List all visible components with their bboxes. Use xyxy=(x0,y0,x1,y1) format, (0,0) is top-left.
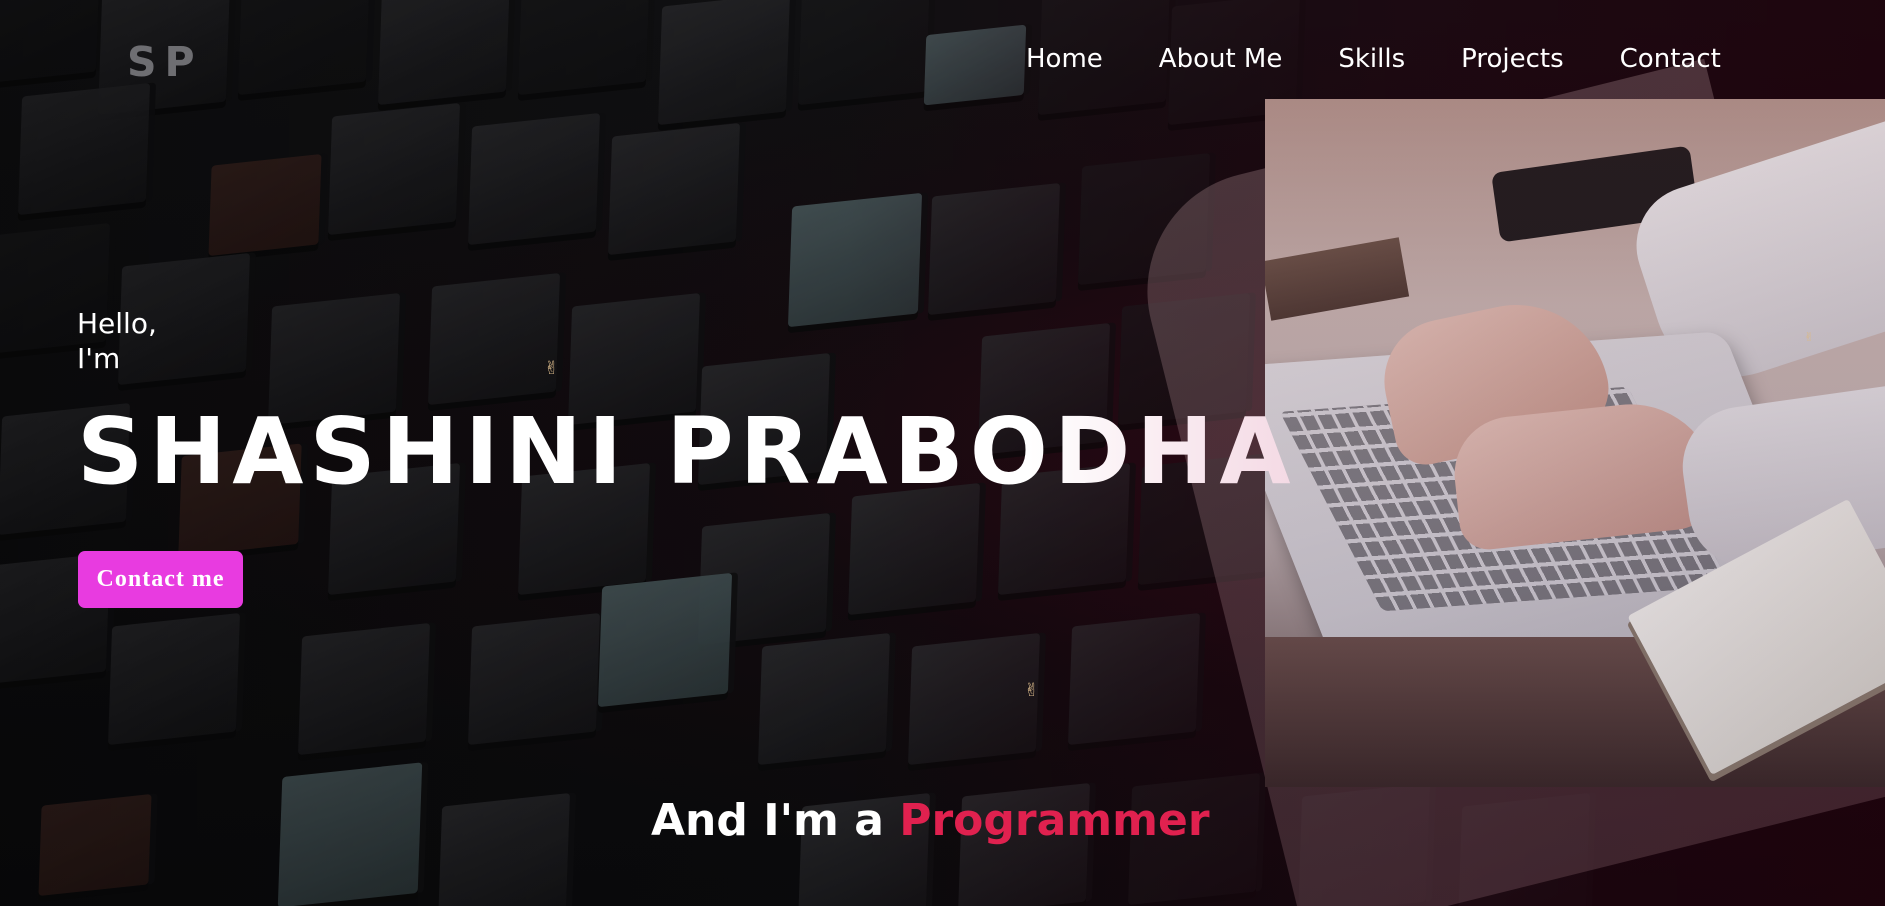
site-logo[interactable]: SP xyxy=(127,38,203,86)
nav-contact[interactable]: Contact xyxy=(1620,44,1721,74)
hero-section: SP Home About Me Skills Projects Contact… xyxy=(0,0,1885,906)
hero-greeting: Hello, I'm xyxy=(77,306,157,376)
main-nav: Home About Me Skills Projects Contact xyxy=(1026,44,1721,74)
laptop-typing-photo xyxy=(1265,99,1885,787)
hero-tagline: And I'm a Programmer xyxy=(651,795,1210,846)
hero-name: SHASHINI PRABODHA xyxy=(77,398,1297,505)
hand-sparkle-icon: ✌ xyxy=(544,358,560,379)
nav-skills[interactable]: Skills xyxy=(1338,44,1405,74)
contact-me-button[interactable]: Contact me xyxy=(78,551,243,608)
photo-tint xyxy=(1265,99,1885,787)
tagline-role: Programmer xyxy=(899,795,1210,846)
hand-sparkle-icon: ✌ xyxy=(1804,330,1815,344)
nav-about-me[interactable]: About Me xyxy=(1159,44,1283,74)
greeting-im: I'm xyxy=(77,342,121,375)
greeting-hello: Hello, xyxy=(77,307,157,340)
nav-projects[interactable]: Projects xyxy=(1461,44,1564,74)
hand-sparkle-icon: ✌ xyxy=(1024,680,1040,701)
nav-home[interactable]: Home xyxy=(1026,44,1103,74)
tagline-prefix: And I'm a xyxy=(651,795,900,846)
